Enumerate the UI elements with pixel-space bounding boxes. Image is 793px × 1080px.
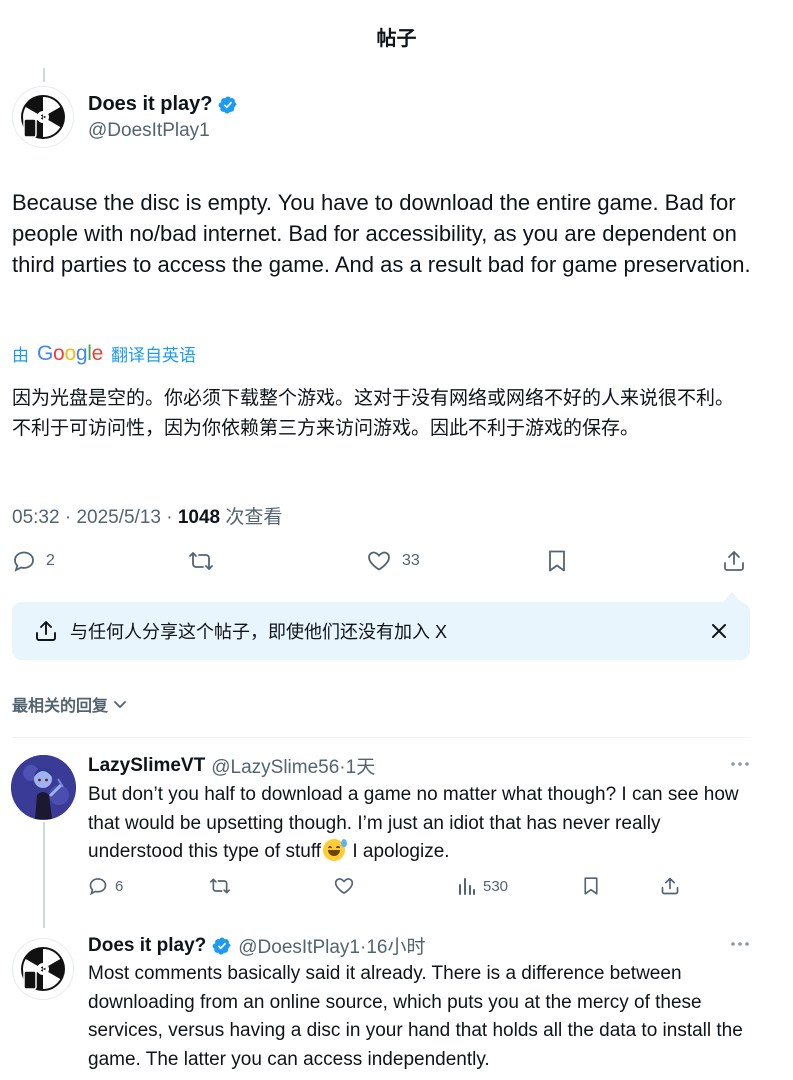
- more-options-button[interactable]: [730, 754, 750, 775]
- verified-badge-icon: [212, 936, 231, 955]
- reply-retweet-button[interactable]: [209, 876, 231, 896]
- post-time[interactable]: 05:32: [12, 507, 60, 528]
- view-label: 次查看: [225, 507, 283, 528]
- post-text: Because the disc is empty. You have to d…: [12, 190, 751, 277]
- reply-reply-count: 6: [115, 877, 124, 895]
- reply-avatar[interactable]: [11, 755, 76, 820]
- share-banner-text: 与任何人分享这个帖子，即使他们还没有加入 X: [70, 622, 448, 642]
- translation-attribution[interactable]: 由 Google 翻译自英语: [12, 341, 196, 366]
- reply-avatar[interactable]: [12, 938, 74, 1000]
- top-bar: 帖子: [0, 0, 793, 70]
- translated-text: 因为光盘是空的。你必须下载整个游戏。这对于没有网络或网络不好的人来说很不利。不利…: [12, 388, 735, 439]
- more-icon: [731, 942, 749, 946]
- sweat-smile-emoji: [323, 839, 348, 861]
- views-icon: [459, 878, 475, 895]
- retweet-icon: [209, 878, 230, 894]
- reply-reply-button[interactable]: 6: [88, 876, 123, 896]
- reply-icon: [14, 551, 34, 572]
- view-count: 1048: [177, 507, 221, 528]
- post-meta: 05:32 · 2025/5/13 · 1048 次查看: [12, 507, 283, 528]
- reply-author-handle[interactable]: @LazySlime56: [211, 757, 339, 778]
- retweet-button[interactable]: [188, 549, 214, 573]
- heart-icon: [368, 551, 390, 571]
- share-icon: [36, 621, 56, 641]
- reply-views-button[interactable]: 530: [458, 876, 508, 896]
- anime-avatar-icon: [11, 755, 76, 820]
- reply-text-tail: I apologize.: [347, 841, 450, 862]
- reply-text: Most comments basically said it already.…: [88, 963, 743, 1070]
- reply-like-button[interactable]: [333, 876, 355, 896]
- bookmark-icon: [584, 877, 598, 895]
- replies-sort-label: 最相关的回复: [12, 698, 109, 715]
- author-name[interactable]: Does it play?: [88, 93, 238, 116]
- share-button[interactable]: [722, 549, 746, 573]
- reply-meta: @DoesItPlay1·16小时: [238, 937, 426, 958]
- like-button[interactable]: 33: [366, 549, 420, 573]
- reply-button[interactable]: 2: [12, 549, 55, 573]
- chevron-down-icon: [114, 701, 126, 708]
- reply-text: But don’t you half to download a game no…: [88, 781, 756, 867]
- reply-time[interactable]: 16小时: [366, 937, 425, 958]
- translate-by-label: 由: [12, 346, 29, 365]
- share-icon: [661, 877, 679, 895]
- reply-actions: 6 530: [0, 875, 793, 899]
- reply-view-count: 530: [483, 877, 509, 895]
- translate-source-label: 翻译自英语: [110, 346, 196, 365]
- like-count: 33: [402, 552, 420, 569]
- divider: [12, 737, 750, 738]
- reply-header: LazySlimeVT @LazySlime56·1天: [88, 752, 375, 779]
- reply-share-button[interactable]: [660, 876, 680, 896]
- reply-author-name[interactable]: Does it play?: [88, 935, 206, 957]
- more-icon: [731, 762, 749, 766]
- author-handle[interactable]: @DoesItPlay1: [88, 120, 210, 142]
- page-title: 帖子: [376, 27, 417, 50]
- bookmark-button[interactable]: [546, 549, 568, 573]
- reply-time[interactable]: 1天: [346, 757, 376, 778]
- retweet-icon: [189, 552, 213, 570]
- verified-badge-icon: [219, 95, 238, 114]
- reply-bookmark-button[interactable]: [582, 876, 600, 896]
- disc-logo-icon: [21, 947, 65, 991]
- reply-header: Does it play? @DoesItPlay1·16小时: [88, 932, 425, 959]
- share-icon: [724, 551, 744, 571]
- thread-line-top: [43, 68, 45, 82]
- reply-count: 2: [46, 552, 55, 569]
- heart-icon: [334, 878, 354, 895]
- reply-icon: [89, 878, 107, 896]
- bookmark-icon: [549, 550, 565, 572]
- more-options-button[interactable]: [730, 934, 750, 955]
- google-logo: Google: [37, 341, 103, 365]
- reply-meta: @LazySlime56·1天: [211, 757, 376, 778]
- close-banner-button[interactable]: [706, 618, 732, 644]
- replies-sort-dropdown[interactable]: 最相关的回复: [12, 692, 128, 716]
- disc-logo-icon: [21, 95, 65, 139]
- post-actions: 2 33: [0, 546, 793, 578]
- author-name-text: Does it play?: [88, 93, 213, 115]
- author-avatar[interactable]: [12, 86, 74, 148]
- close-icon: [712, 624, 726, 638]
- share-banner[interactable]: 与任何人分享这个帖子，即使他们还没有加入 X: [12, 602, 750, 660]
- post-date[interactable]: 2025/5/13: [76, 507, 161, 528]
- reply-author-name[interactable]: LazySlimeVT: [88, 755, 205, 777]
- reply-author-handle[interactable]: @DoesItPlay1: [238, 937, 360, 958]
